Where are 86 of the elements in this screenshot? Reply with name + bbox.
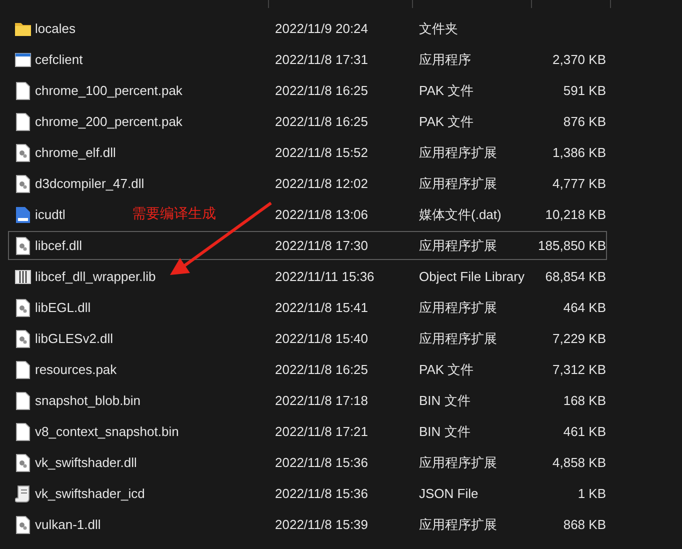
modified-date: 2022/11/8 17:18 [275,393,368,408]
file-size: 7,312 KB [552,362,606,377]
modified-date: 2022/11/9 20:24 [275,21,368,36]
file-type: 应用程序扩展 [419,298,497,316]
gear-file-icon [16,174,30,192]
modified-date: 2022/11/8 17:30 [275,238,368,253]
file-size: 185,850 KB [538,238,606,253]
file-type: JSON File [419,486,478,501]
window-icon [15,52,31,66]
file-size: 4,858 KB [552,455,606,470]
media-file-icon [15,206,31,224]
file-size: 464 KB [563,300,606,315]
file-size: 68,854 KB [545,269,606,284]
folder-icon [14,20,32,36]
file-name: chrome_elf.dll [35,145,116,160]
file-type: Object File Library [419,269,524,284]
modified-date: 2022/11/8 16:25 [275,114,368,129]
file-name: v8_context_snapshot.bin [35,424,179,439]
file-name: chrome_100_percent.pak [35,83,182,98]
file-type: 应用程序扩展 [419,236,497,254]
gear-file-icon [16,236,30,254]
file-size: 7,229 KB [552,331,606,346]
file-name: libcef.dll [35,238,82,253]
modified-date: 2022/11/8 15:40 [275,331,368,346]
file-type: 应用程序扩展 [419,516,497,534]
gear-file-icon [16,144,30,162]
file-size: 168 KB [563,393,606,408]
file-type: 应用程序扩展 [419,144,497,162]
modified-date: 2022/11/11 15:36 [275,269,374,284]
modified-date: 2022/11/8 15:36 [275,486,368,501]
file-size: 1,386 KB [552,145,606,160]
file-size: 1 KB [578,486,606,501]
file-name: resources.pak [35,362,117,377]
file-type: BIN 文件 [419,422,470,440]
file-name: libEGL.dll [35,300,91,315]
annotation-text: 需要编译生成 [132,205,216,223]
modified-date: 2022/11/8 15:41 [275,300,368,315]
file-icon [16,392,30,410]
modified-date: 2022/11/8 15:36 [275,455,368,470]
file-name: chrome_200_percent.pak [35,114,182,129]
file-type: 应用程序扩展 [419,174,497,192]
selected-row[interactable]: libcef.dll 2022/11/8 17:30 应用程序扩展 185,850 KB [8,231,607,260]
file-name: vk_swiftshader.dll [35,455,137,470]
file-type: BIN 文件 [419,392,470,410]
modified-date: 2022/11/8 15:52 [275,145,368,160]
file-name: libGLESv2.dll [35,331,114,346]
script-icon [15,484,31,502]
modified-date: 2022/11/8 15:39 [275,517,368,532]
file-name: d3dcompiler_47.dll [35,176,144,191]
file-icon [16,422,30,440]
file-icon [16,112,30,130]
file-size: 591 KB [563,83,606,98]
file-type: 应用程序扩展 [419,330,497,348]
modified-date: 2022/11/8 16:25 [275,362,368,377]
gear-file-icon [16,330,30,348]
modified-date: 2022/11/8 16:25 [275,83,368,98]
gear-file-icon [16,516,30,534]
gear-file-icon [16,454,30,472]
file-size: 876 KB [563,114,606,129]
file-name: cefclient [35,52,83,67]
file-type: PAK 文件 [419,360,474,378]
modified-date: 2022/11/8 12:02 [275,176,368,191]
file-name: libcef_dll_wrapper.lib [35,269,156,284]
file-icon [16,360,30,378]
file-name: locales [35,21,76,36]
file-size: 2,370 KB [552,52,606,67]
file-name: icudtl [35,207,66,222]
file-size: 4,777 KB [552,176,606,191]
modified-date: 2022/11/8 17:21 [275,424,368,439]
file-size: 10,218 KB [545,207,606,222]
file-type: PAK 文件 [419,112,474,130]
file-type: 应用程序扩展 [419,454,497,472]
file-icon [16,82,30,100]
file-name: vulkan-1.dll [35,517,101,532]
file-type: 媒体文件(.dat) [419,206,502,224]
file-type: 应用程序 [419,50,471,68]
gear-file-icon [16,298,30,316]
file-type: 文件夹 [419,20,458,38]
library-icon [15,268,31,284]
file-type: PAK 文件 [419,82,474,100]
file-size: 868 KB [563,517,606,532]
modified-date: 2022/11/8 17:31 [275,52,368,67]
file-name: snapshot_blob.bin [35,393,141,408]
modified-date: 2022/11/8 13:06 [275,207,368,222]
file-name: vk_swiftshader_icd [35,486,145,501]
file-size: 461 KB [563,424,606,439]
